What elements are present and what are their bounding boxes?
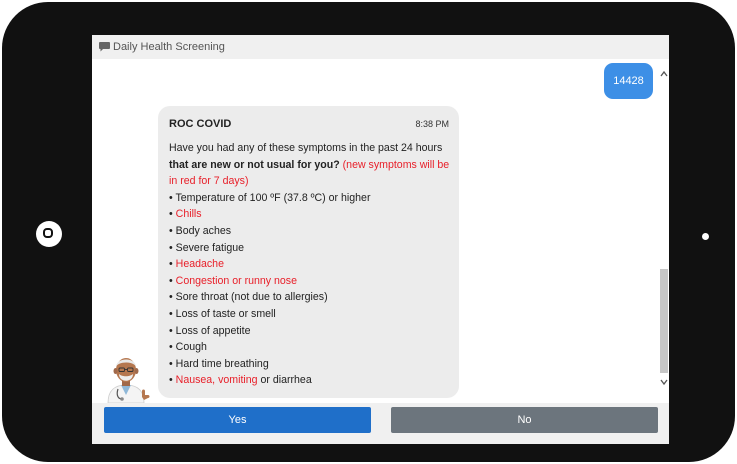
symptom-bullet: •	[169, 357, 173, 370]
symptom-text-new: Nausea, vomiting	[175, 374, 258, 387]
camera-dot	[702, 233, 709, 240]
symptom-text: Loss of taste or smell	[175, 307, 276, 320]
no-button[interactable]: No	[391, 407, 658, 433]
symptom-item: • Loss of taste or smell	[169, 306, 451, 323]
symptom-text-new: Chills	[175, 208, 202, 221]
symptom-item: • Sore throat (not due to allergies)	[169, 289, 451, 306]
symptom-bullet: •	[169, 191, 173, 204]
chat-bubble-icon	[99, 42, 110, 52]
symptom-text-new: Headache	[175, 258, 224, 271]
symptom-bullet: •	[169, 307, 173, 320]
symptom-text: Severe fatigue	[175, 241, 244, 254]
question-bold: that are new or not usual for you?	[169, 158, 340, 171]
bot-message-text: Have you had any of these symptoms in th…	[169, 140, 451, 389]
chat-screen: Daily Health Screening 14428 ROC COVID 8…	[92, 35, 669, 444]
question-text: Have you had any of these symptoms in th…	[169, 140, 451, 190]
symptom-bullet: •	[169, 208, 173, 221]
symptom-bullet: •	[169, 291, 173, 304]
chevron-up-icon[interactable]	[659, 69, 669, 79]
symptom-bullet: •	[169, 374, 173, 387]
symptom-text: Loss of appetite	[175, 324, 251, 337]
symptom-bullet: •	[169, 274, 173, 287]
symptom-item: • Chills	[169, 206, 451, 223]
bot-message-bubble: ROC COVID 8:38 PM Have you had any of th…	[158, 106, 459, 398]
symptom-bullet: •	[169, 341, 173, 354]
doctor-avatar	[98, 347, 154, 403]
symptom-list: • Temperature of 100 ºF (37.8 ºC) or hig…	[169, 190, 451, 373]
symptom-item: • Hard time breathing	[169, 356, 451, 373]
scrollbar-thumb[interactable]	[660, 269, 668, 373]
symptom-text: Cough	[175, 341, 207, 354]
symptom-bullet: •	[169, 241, 173, 254]
answer-bar: Yes No	[92, 403, 669, 444]
yes-button[interactable]: Yes	[104, 407, 371, 433]
symptom-item: • Body aches	[169, 223, 451, 240]
page-title: Daily Health Screening	[113, 41, 225, 53]
message-timestamp: 8:38 PM	[415, 119, 449, 129]
chevron-down-icon[interactable]	[659, 377, 669, 387]
symptom-bullet: •	[169, 224, 173, 237]
chat-header: Daily Health Screening	[92, 35, 669, 59]
question-plain: Have you had any of these symptoms in th…	[169, 142, 443, 154]
symptom-bullet: •	[169, 258, 173, 271]
symptom-text: or diarrhea	[257, 374, 312, 387]
bot-sender-name: ROC COVID	[169, 118, 232, 130]
chat-scrollbar[interactable]	[659, 59, 669, 403]
user-message-bubble: 14428	[604, 63, 653, 99]
symptom-text-new: Congestion or runny nose	[175, 274, 297, 287]
user-message-text: 14428	[613, 75, 644, 87]
tablet-frame: Daily Health Screening 14428 ROC COVID 8…	[2, 2, 735, 462]
symptom-text: Temperature of 100 ºF (37.8 ºC) or highe…	[175, 191, 371, 204]
symptom-item: • Congestion or runny nose	[169, 273, 451, 290]
home-button[interactable]	[36, 221, 62, 247]
symptom-text: Body aches	[175, 224, 232, 237]
symptom-item: • Nausea, vomiting or diarrhea	[169, 372, 451, 389]
symptom-item: • Cough	[169, 339, 451, 356]
symptom-item: • Severe fatigue	[169, 240, 451, 257]
symptom-item: • Headache	[169, 256, 451, 273]
symptom-bullet: •	[169, 324, 173, 337]
symptom-item: • Temperature of 100 ºF (37.8 ºC) or hig…	[169, 190, 451, 207]
chat-transcript[interactable]: 14428 ROC COVID 8:38 PM Have you had any…	[92, 59, 669, 403]
symptom-item: • Loss of appetite	[169, 323, 451, 340]
symptom-text: Sore throat (not due to allergies)	[175, 291, 328, 304]
symptom-text: Hard time breathing	[175, 357, 269, 370]
